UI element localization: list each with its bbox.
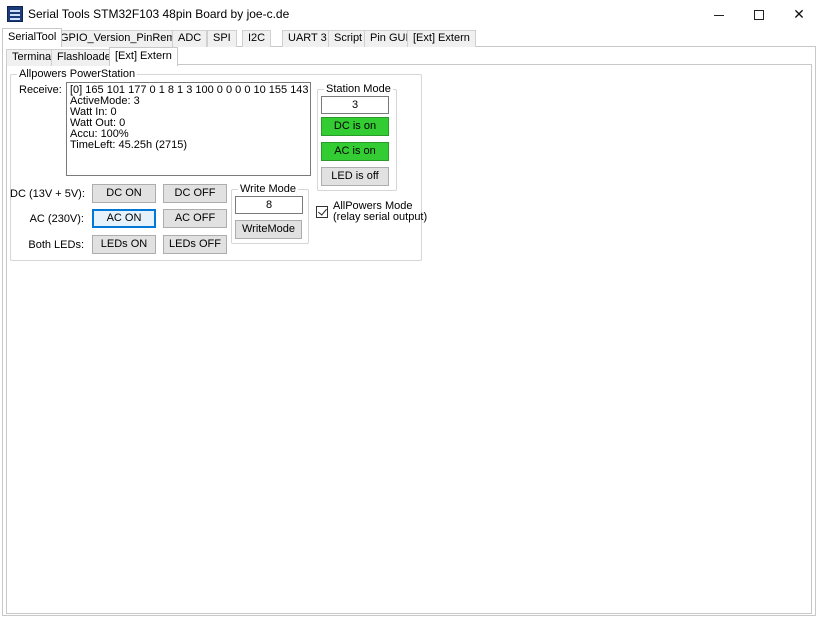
minimize-icon [714, 14, 724, 16]
leds-off-button[interactable]: LEDs OFF [163, 235, 227, 254]
write-mode-button[interactable]: WriteMode [235, 220, 302, 239]
tab-sub-ext-extern[interactable]: [Ext] Extern [109, 47, 178, 66]
tab-adc[interactable]: ADC [172, 30, 208, 47]
receive-label: Receive: [19, 84, 62, 96]
close-button[interactable]: ✕ [776, 0, 820, 28]
tab-uart3[interactable]: UART 3 [282, 30, 333, 47]
led-status-indicator: LED is off [321, 167, 389, 186]
ac-status-indicator: AC is on [321, 142, 389, 161]
app-icon [7, 6, 23, 22]
title-bar: Serial Tools STM32F103 48pin Board by jo… [0, 0, 820, 28]
window-title: Serial Tools STM32F103 48pin Board by jo… [28, 7, 290, 21]
leds-label: Both LEDs: [28, 239, 84, 251]
tab-i2c[interactable]: I2C [242, 30, 272, 47]
powerstation-group-title: Allpowers PowerStation [17, 68, 138, 80]
dc-off-button[interactable]: DC OFF [163, 184, 227, 203]
dc-on-button[interactable]: DC ON [92, 184, 156, 203]
station-mode-title: Station Mode [324, 83, 393, 95]
ac-off-button[interactable]: AC OFF [163, 209, 227, 228]
dc-label: DC (13V + 5V): [10, 188, 85, 200]
write-mode-title: Write Mode [238, 183, 299, 195]
receive-textbox[interactable]: [0] 165 101 177 0 1 8 1 3 100 0 0 0 0 10… [66, 82, 311, 176]
write-mode-input[interactable]: 8 [235, 196, 303, 214]
tab-spi[interactable]: SPI [207, 30, 237, 47]
receive-line: TimeLeft: 45.25h (2715) [70, 139, 187, 151]
allpowers-mode-checkbox[interactable] [316, 206, 328, 218]
allpowers-mode-label[interactable]: AllPowers Mode (relay serial output) [333, 201, 427, 223]
ac-label: AC (230V): [29, 213, 84, 225]
close-icon: ✕ [793, 6, 805, 22]
tab-ext-extern[interactable]: [Ext] Extern [407, 30, 476, 47]
allpowers-mode-label-line2: (relay serial output) [333, 211, 428, 223]
leds-on-button[interactable]: LEDs ON [92, 235, 156, 254]
station-mode-value: 3 [321, 96, 389, 114]
tab-serialtool[interactable]: SerialTool [2, 28, 63, 47]
maximize-icon [754, 10, 764, 21]
dc-status-indicator: DC is on [321, 117, 389, 136]
tab-script[interactable]: Script [328, 30, 369, 47]
ac-on-button[interactable]: AC ON [92, 209, 156, 228]
